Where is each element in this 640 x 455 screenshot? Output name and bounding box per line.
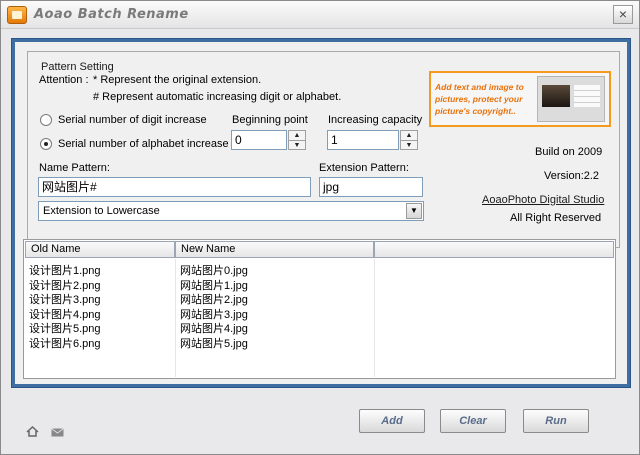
version-info: Version:2.2 xyxy=(544,170,600,182)
file-table[interactable]: Old Name New Name 设计图片1.png 网站图片0.jpg 设计图片… xyxy=(23,239,616,379)
attention-line-1: * Represent the original extension. xyxy=(93,74,262,86)
close-button[interactable]: × xyxy=(613,5,633,24)
column-header-empty[interactable] xyxy=(374,241,614,258)
beginning-point-label: Beginning point xyxy=(232,114,308,126)
beginning-point-input[interactable]: 0 xyxy=(231,130,287,150)
studio-link[interactable]: AoaoPhoto Digital Studio xyxy=(482,194,604,206)
attention-label: Attention : xyxy=(39,74,89,86)
table-row[interactable]: 设计图片4.png 网站图片3.jpg xyxy=(24,306,615,321)
title-bar[interactable]: Aoao Batch Rename × xyxy=(1,1,639,29)
extension-case-select[interactable]: Extension to Lowercase ▼ xyxy=(38,201,424,221)
table-row[interactable]: 设计图片1.png 网站图片0.jpg xyxy=(24,262,615,277)
home-icon[interactable] xyxy=(26,425,39,437)
build-info: Build on 2009 xyxy=(535,146,603,158)
old-name-cell: 设计图片1.png xyxy=(29,265,101,277)
beginning-point-spinner[interactable]: ▲ ▼ xyxy=(288,130,306,150)
mail-icon[interactable] xyxy=(51,428,64,437)
pattern-setting-title: Pattern Setting xyxy=(41,61,114,73)
extension-case-value: Extension to Lowercase xyxy=(43,205,160,217)
chevron-down-icon[interactable]: ▼ xyxy=(406,203,422,219)
old-name-cell: 设计图片6.png xyxy=(29,338,101,350)
promo-screenshot-image xyxy=(537,76,605,122)
close-icon: × xyxy=(618,6,628,22)
spin-up-icon[interactable]: ▲ xyxy=(289,131,305,140)
name-pattern-label: Name Pattern: xyxy=(39,162,110,174)
spin-down-icon[interactable]: ▼ xyxy=(401,140,417,149)
table-row[interactable]: 设计图片5.png 网站图片4.jpg xyxy=(24,320,615,335)
table-row[interactable]: 设计图片3.png 网站图片2.jpg xyxy=(24,291,615,306)
increasing-capacity-spinner[interactable]: ▲ ▼ xyxy=(400,130,418,150)
promo-banner[interactable]: Add text and image to pictures, protect … xyxy=(429,71,611,127)
rights-text: All Right Reserved xyxy=(510,212,602,224)
extension-pattern-label: Extension Pattern: xyxy=(319,162,409,174)
add-button[interactable]: Add xyxy=(359,409,425,433)
column-header-new-name[interactable]: New Name xyxy=(175,241,374,258)
column-header-old-name[interactable]: Old Name xyxy=(25,241,175,258)
radio-digit-label[interactable]: Serial number of digit increase xyxy=(58,114,207,126)
run-button[interactable]: Run xyxy=(523,409,589,433)
clear-button[interactable]: Clear xyxy=(440,409,506,433)
old-name-cell: 设计图片5.png xyxy=(29,323,101,336)
old-name-cell: 设计图片3.png xyxy=(29,294,101,307)
new-name-cell: 网站图片0.jpg xyxy=(180,265,248,277)
old-name-cell: 设计图片2.png xyxy=(29,279,101,292)
attention-line-2: # Represent automatic increasing digit o… xyxy=(93,91,342,103)
promo-text: Add text and image to pictures, protect … xyxy=(435,82,524,116)
app-icon xyxy=(7,6,27,24)
app-window: Aoao Batch Rename × Pattern Setting Atte… xyxy=(0,0,640,455)
new-name-cell: 网站图片5.jpg xyxy=(180,338,248,350)
spin-down-icon[interactable]: ▼ xyxy=(289,140,305,149)
new-name-cell: 网站图片2.jpg xyxy=(180,294,248,307)
old-name-cell: 设计图片4.png xyxy=(29,308,101,321)
spin-up-icon[interactable]: ▲ xyxy=(401,131,417,140)
increasing-capacity-label: Increasing capacity xyxy=(328,114,423,126)
new-name-cell: 网站图片3.jpg xyxy=(180,308,248,321)
name-pattern-input[interactable]: 网站图片# xyxy=(38,177,311,197)
table-row[interactable]: 设计图片6.png 网站图片5.jpg xyxy=(24,335,615,350)
radio-digit-increase[interactable] xyxy=(40,114,52,126)
radio-alphabet-increase[interactable] xyxy=(40,138,52,150)
extension-pattern-input[interactable]: jpg xyxy=(319,177,423,197)
radio-alphabet-label[interactable]: Serial number of alphabet increase xyxy=(58,138,229,150)
increasing-capacity-input[interactable]: 1 xyxy=(327,130,399,150)
window-title: Aoao Batch Rename xyxy=(34,7,189,22)
new-name-cell: 网站图片4.jpg xyxy=(180,323,248,336)
table-row[interactable]: 设计图片2.png 网站图片1.jpg xyxy=(24,277,615,292)
new-name-cell: 网站图片1.jpg xyxy=(180,279,248,292)
